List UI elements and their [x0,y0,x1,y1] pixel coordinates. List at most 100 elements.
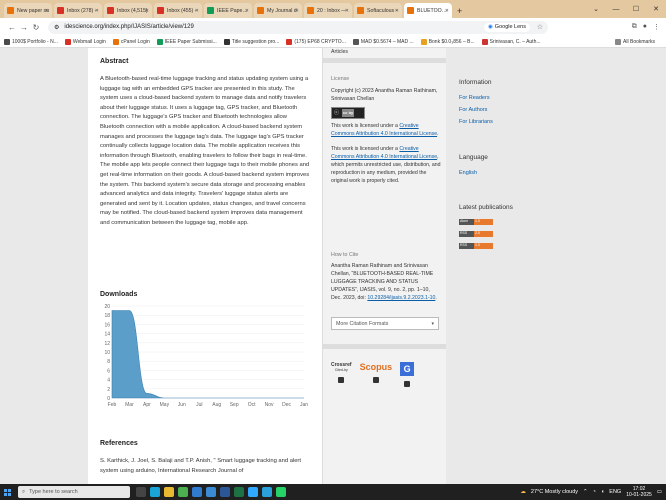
close-tab-icon[interactable]: ✕ [195,8,199,14]
windows-start-button[interactable] [0,484,14,500]
lens-icon: ◉ [487,24,493,30]
browser-tab[interactable]: Inbox (278) - ✕ [54,3,102,18]
browser-tab[interactable]: Inbox (4,515) ✕ [104,3,152,18]
bookmark-favicon [481,38,488,45]
crossref-badge [338,377,345,383]
references-text: S. Karthick, J. Joel, S. Balaji and T.P.… [100,458,301,474]
taskbar: ⌕ Type here to search ☁ 27°C Mostly cloud… [0,484,666,500]
badge-right: 1.0 [474,219,493,225]
badge-left: Atom [459,219,474,225]
bookmark-item[interactable]: Title suggestion pro... [223,38,279,45]
all-bookmarks-button[interactable]: All Bookmarks [615,38,655,45]
tab-favicon [257,7,264,14]
citation-format-select[interactable]: More Citation Formats ▾ [331,317,439,330]
notifications-icon[interactable]: ▭ [657,489,662,495]
crossref-logo[interactable]: Crossref Cited-by [331,362,352,383]
bookmark-item[interactable]: IEEE Paper Submissi... [156,38,217,45]
close-tab-icon[interactable]: ✕ [145,8,149,14]
cc-license-badge[interactable]: ⓒ cc by [331,107,365,119]
bookmark-label: cPanel Login [120,38,150,45]
y-tick-label: 20 [104,304,110,310]
y-tick-label: 14 [104,332,110,338]
tab-strip: New paper su ✕ Inbox (278) - ✕ Inbox (4,515)… [0,0,666,18]
back-icon[interactable]: ← [6,23,18,32]
file-explorer-icon[interactable] [164,487,174,497]
tray-chevron-icon[interactable]: ⌃ [583,489,588,495]
for-authors-link[interactable]: For Authors [459,107,487,113]
bookmark-item[interactable]: (175) EP68 CRYPTO... [286,38,346,45]
bookmark-favicon [4,38,10,45]
latest-publications-heading: Latest publications [459,204,513,211]
extensions-icon[interactable]: ⧉ [632,23,637,31]
telegram-icon[interactable] [262,487,272,497]
site-info-icon[interactable]: ⚙ [54,24,59,31]
whatsapp-icon[interactable] [276,487,286,497]
chevron-down-icon[interactable]: ⌄ [586,5,606,13]
browser-tab[interactable]: Inbox (455) - ✕ [154,3,202,18]
bookmark-item[interactable]: 1000$ Portfolio - N... [4,38,58,45]
bookmark-item[interactable]: cPanel Login [112,38,150,45]
task-view-icon[interactable] [136,487,146,497]
indexing-logos: Crossref Cited-by Scopus G [331,362,415,387]
edge-icon[interactable] [150,487,160,497]
copyright-text: Copyright (c) 2023 Anantha Raman Rathina… [331,88,438,102]
excel-icon[interactable] [234,487,244,497]
google-icon: G [400,362,415,376]
atom-feed-badge[interactable]: Atom 1.0 [459,219,493,225]
url-field[interactable]: ⚙ idescience.org/index.php/IJASIS/articl… [48,20,548,34]
network-icon[interactable]: ◔ [593,489,596,495]
menu-icon[interactable]: ⋮ [653,23,660,31]
close-tab-icon[interactable]: ✕ [445,8,449,14]
x-tick-label: Jul [196,402,202,408]
close-tab-icon[interactable]: ✕ [395,8,399,14]
rss1-feed-badge[interactable]: RSS 1.0 [459,243,493,249]
bookmark-star-icon[interactable]: ☆ [537,23,543,31]
language-indicator[interactable]: ENG [609,489,621,495]
store-icon[interactable] [192,487,202,497]
google-scholar-logo[interactable]: G [400,362,415,387]
scopus-logo[interactable]: Scopus [360,362,392,383]
word-icon[interactable] [220,487,230,497]
tab-label: 20 : Inbox — [317,7,347,14]
for-readers-link[interactable]: For Readers [459,95,490,101]
minimize-button[interactable]: — [606,6,626,13]
reload-icon[interactable]: ↻ [30,23,42,32]
mail-icon[interactable] [206,487,216,497]
maximize-button[interactable]: ☐ [626,5,646,13]
close-tab-icon[interactable]: ✕ [345,8,349,14]
clock[interactable]: 17:02 10-01-2025 [626,486,652,498]
close-window-button[interactable]: ✕ [646,5,666,13]
close-tab-icon[interactable]: ✕ [245,8,249,14]
forward-icon[interactable]: → [18,23,30,32]
bookmark-label: MAD $0.5674 – MAD ... [360,38,414,45]
x-tick-label: May [160,402,170,408]
weather-icon[interactable]: ☁ [520,489,526,495]
bookmark-item[interactable]: MAD $0.5674 – MAD ... [352,38,414,45]
browser-tab[interactable]: 20 : Inbox — ✕ [304,3,352,18]
browser-tab[interactable]: BLUETOOTH- ✕ [404,3,452,18]
close-tab-icon[interactable]: ✕ [295,8,299,14]
abstract-text: A Bluetooth-based real-time luggage trac… [100,76,310,226]
bookmark-item[interactable]: Webmail Login [64,38,106,45]
rss2-feed-badge[interactable]: RSS 2.0 [459,231,493,237]
profile-icon[interactable]: ● [643,23,647,31]
language-english-link[interactable]: English [459,170,477,176]
browser-tab[interactable]: IEEE Paper Sub✕ [204,3,252,18]
bookmark-item[interactable]: Srinivasan, C. – Auth... [481,38,541,45]
browser-tab[interactable]: New paper su ✕ [4,3,52,18]
new-tab-button[interactable]: + [457,3,462,18]
browser-tab[interactable]: Softaculous - ✕ [354,3,402,18]
photoshop-icon[interactable] [248,487,258,497]
doi-link[interactable]: 10.29284/ijasis.9.2.2023.1-10 [367,295,435,301]
volume-icon[interactable]: ◖ [601,489,604,495]
chrome-icon[interactable] [178,487,188,497]
browser-tab[interactable]: My Journal d ✕ [254,3,302,18]
bookmark-label: Srinivasan, C. – Auth... [489,38,541,45]
close-tab-icon[interactable]: ✕ [45,8,49,14]
bookmark-item[interactable]: Bonk $0.0₃856 – B... [420,38,475,45]
google-lens-button[interactable]: ◉ Google Lens [483,22,530,32]
weather-text[interactable]: 27°C Mostly cloudy [531,489,578,495]
taskbar-search[interactable]: ⌕ Type here to search [18,486,130,498]
for-librarians-link[interactable]: For Librarians [459,119,493,125]
close-tab-icon[interactable]: ✕ [95,8,99,14]
